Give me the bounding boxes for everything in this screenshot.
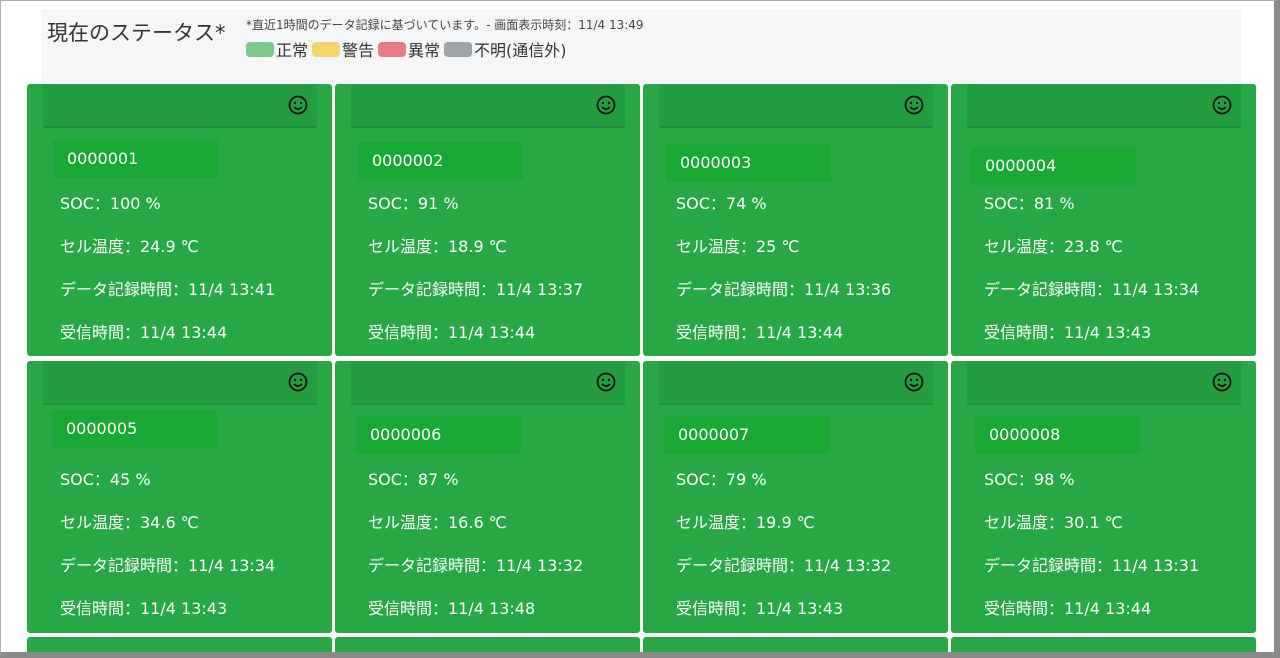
legend-label-normal: 正常 — [276, 41, 309, 60]
card-header — [967, 84, 1241, 128]
record-time-value: データ記録時間：11/4 13:31 — [984, 556, 1200, 575]
card-header — [43, 361, 317, 405]
soc-value: SOC：45 % — [60, 470, 151, 489]
device-id: 0000004 — [971, 147, 1136, 185]
record-time-value: データ記録時間：11/4 13:37 — [368, 280, 584, 299]
legend-item-error: 異常 — [378, 37, 440, 61]
receive-time-value: 受信時間：11/4 13:44 — [60, 323, 228, 342]
smiley-face-icon — [288, 372, 308, 392]
card-header — [659, 361, 933, 405]
legend-label-warning: 警告 — [342, 41, 375, 60]
receive-time-value: 受信時間：11/4 13:48 — [368, 599, 536, 618]
legend-label-error: 異常 — [408, 41, 441, 60]
receive-time-value: 受信時間：11/4 13:44 — [368, 323, 536, 342]
legend-swatch-warning — [312, 41, 341, 57]
smiley-face-icon — [1212, 372, 1232, 392]
receive-time-value: 受信時間：11/4 13:43 — [984, 323, 1152, 342]
device-card[interactable]: 0000004 SOC：81 % セル温度：23.8 ℃ データ記録時間：11/… — [951, 84, 1256, 356]
soc-value: SOC：74 % — [676, 194, 767, 213]
legend-swatch-unknown — [444, 41, 473, 57]
device-card[interactable]: 0000008 SOC：98 % セル温度：30.1 ℃ データ記録時間：11/… — [951, 361, 1256, 633]
device-id: 0000002 — [358, 142, 523, 180]
device-id: 0000003 — [666, 144, 831, 182]
card-header — [351, 361, 625, 405]
device-card-partial[interactable] — [27, 637, 332, 652]
receive-time-value: 受信時間：11/4 13:44 — [676, 323, 844, 342]
soc-value: SOC：81 % — [984, 194, 1075, 213]
cell-temp-value: セル温度：19.9 ℃ — [676, 513, 815, 532]
soc-value: SOC：100 % — [60, 194, 161, 213]
cell-temp-value: セル温度：30.1 ℃ — [984, 513, 1123, 532]
device-card[interactable]: 0000002 SOC：91 % セル温度：18.9 ℃ データ記録時間：11/… — [335, 84, 640, 356]
status-header: 現在のステータス* *直近1時間のデータ記録に基づいています。- 画面表示時刻：… — [41, 9, 1241, 83]
cell-temp-value: セル温度：18.9 ℃ — [368, 237, 507, 256]
legend-item-warning: 警告 — [312, 37, 374, 61]
receive-time-value: 受信時間：11/4 13:44 — [984, 599, 1152, 618]
app-frame: 現在のステータス* *直近1時間のデータ記録に基づいています。- 画面表示時刻：… — [0, 0, 1280, 658]
legend-item-unknown: 不明(通信外) — [444, 37, 567, 61]
legend-item-normal: 正常 — [246, 37, 308, 61]
device-card[interactable]: 0000003 SOC：74 % セル温度：25 ℃ データ記録時間：11/4 … — [643, 84, 948, 356]
device-card[interactable]: 0000005 SOC：45 % セル温度：34.6 ℃ データ記録時間：11/… — [27, 361, 332, 633]
cell-temp-value: セル温度：25 ℃ — [676, 237, 800, 256]
cell-temp-value: セル温度：16.6 ℃ — [368, 513, 507, 532]
smiley-face-icon — [904, 372, 924, 392]
device-id: 0000005 — [52, 410, 217, 448]
card-header — [967, 361, 1241, 405]
record-time-value: データ記録時間：11/4 13:32 — [368, 556, 584, 575]
device-id: 0000001 — [53, 140, 218, 178]
legend-label-unknown: 不明(通信外) — [474, 41, 567, 60]
record-time-value: データ記録時間：11/4 13:32 — [676, 556, 892, 575]
device-id: 0000008 — [975, 416, 1140, 454]
smiley-face-icon — [288, 95, 308, 115]
device-card[interactable]: 0000007 SOC：79 % セル温度：19.9 ℃ データ記録時間：11/… — [643, 361, 948, 633]
device-card[interactable]: 0000001 SOC：100 % セル温度：24.9 ℃ データ記録時間：11… — [27, 84, 332, 356]
page-title: 現在のステータス* — [47, 21, 226, 45]
soc-value: SOC：79 % — [676, 470, 767, 489]
record-time-value: データ記録時間：11/4 13:41 — [60, 280, 276, 299]
receive-time-value: 受信時間：11/4 13:43 — [60, 599, 228, 618]
device-card[interactable]: 0000006 SOC：87 % セル温度：16.6 ℃ データ記録時間：11/… — [335, 361, 640, 633]
device-id: 0000007 — [664, 416, 829, 454]
smiley-face-icon — [904, 95, 924, 115]
device-card-partial[interactable] — [643, 637, 948, 652]
cell-temp-value: セル温度：24.9 ℃ — [60, 237, 199, 256]
legend-swatch-error — [378, 41, 407, 57]
cell-temp-value: セル温度：23.8 ℃ — [984, 237, 1123, 256]
smiley-face-icon — [596, 372, 616, 392]
smiley-face-icon — [596, 95, 616, 115]
record-time-value: データ記録時間：11/4 13:34 — [984, 280, 1200, 299]
record-time-value: データ記録時間：11/4 13:36 — [676, 280, 892, 299]
card-header — [43, 84, 317, 128]
cell-temp-value: セル温度：34.6 ℃ — [60, 513, 199, 532]
soc-value: SOC：98 % — [984, 470, 1075, 489]
record-time-value: データ記録時間：11/4 13:34 — [60, 556, 276, 575]
soc-value: SOC：91 % — [368, 194, 459, 213]
soc-value: SOC：87 % — [368, 470, 459, 489]
receive-time-value: 受信時間：11/4 13:43 — [676, 599, 844, 618]
card-header — [659, 84, 933, 128]
card-header — [351, 84, 625, 128]
smiley-face-icon — [1212, 95, 1232, 115]
status-legend: 正常 警告 異常 不明(通信外) — [246, 37, 571, 61]
legend-swatch-normal — [246, 41, 274, 57]
status-note: *直近1時間のデータ記録に基づいています。- 画面表示時刻：11/4 13:49 — [246, 18, 644, 32]
device-id: 0000006 — [356, 416, 521, 454]
device-card-partial[interactable] — [335, 637, 640, 652]
device-card-partial[interactable] — [951, 637, 1256, 652]
